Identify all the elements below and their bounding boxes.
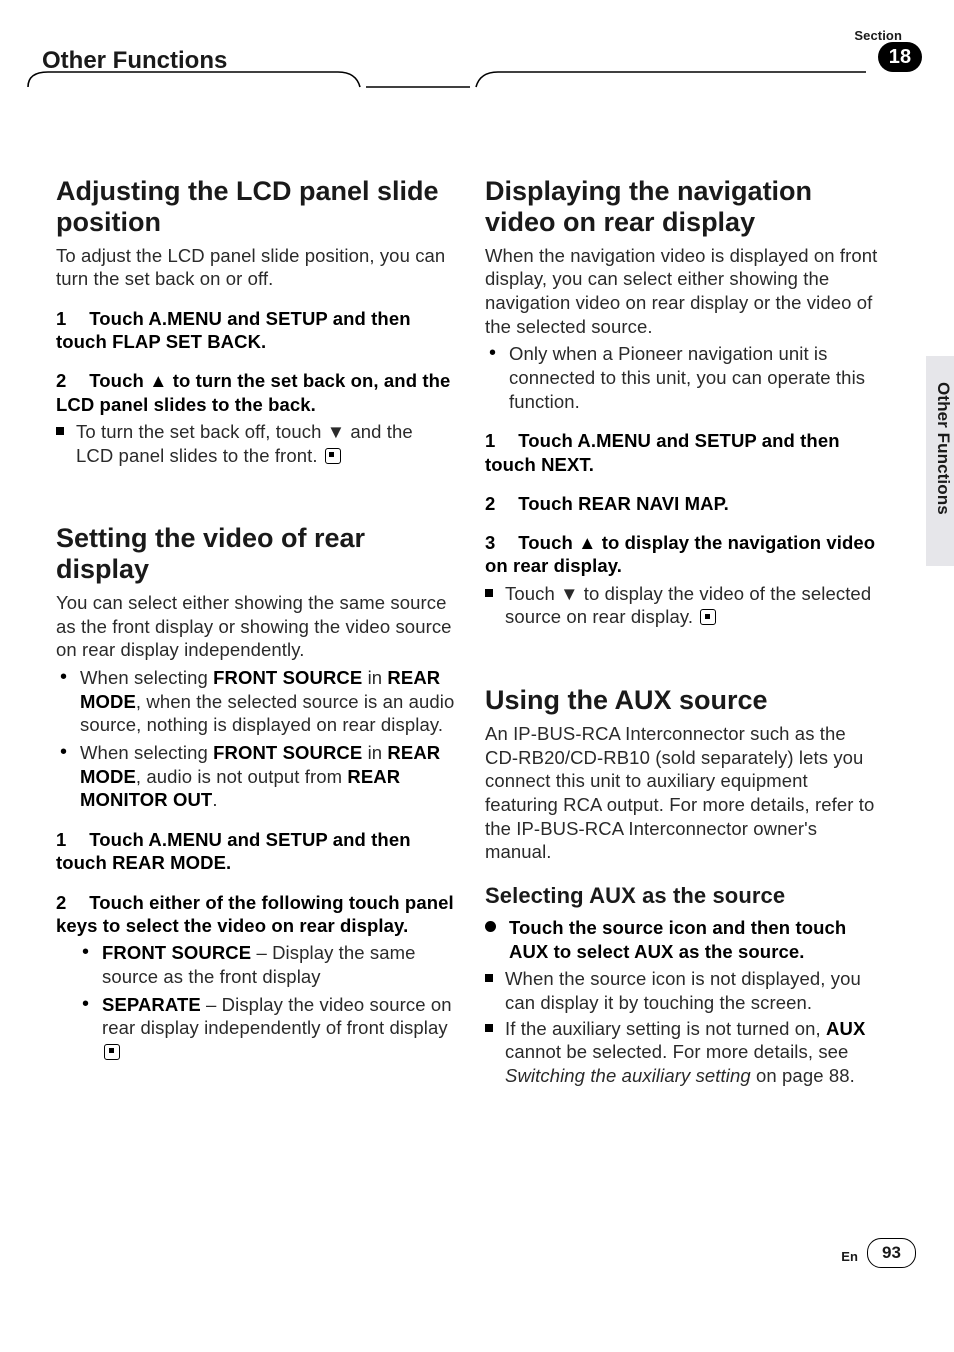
left-column: Adjusting the LCD panel slide position T… <box>56 176 455 1088</box>
list-item: FRONT SOURCE – Display the same source a… <box>80 941 455 988</box>
step-text: Touch REAR NAVI MAP. <box>518 493 729 514</box>
t: When selecting <box>80 667 213 688</box>
side-tab-label: Other Functions <box>926 380 954 515</box>
kw: FRONT SOURCE <box>213 742 362 763</box>
list-item: Only when a Pioneer navigation unit is c… <box>485 342 884 413</box>
step: 2 Touch either of the following touch pa… <box>56 891 455 938</box>
step: 1 Touch A.MENU and SETUP and then touch … <box>56 307 455 354</box>
step-text: Touch A.MENU and SETUP and then touch NE… <box>485 430 840 474</box>
t: in <box>362 742 387 763</box>
step-text: Touch either of the following touch pane… <box>56 892 454 936</box>
page-header: Other Functions Section 18 <box>18 32 936 88</box>
note-item: To turn the set back off, touch ▼ and th… <box>56 420 455 467</box>
t: Only when a Pioneer navigation unit is c… <box>509 343 865 411</box>
t: . <box>212 789 217 810</box>
option-list: FRONT SOURCE – Display the same source a… <box>80 941 455 1063</box>
language-label: En <box>841 1249 858 1266</box>
content-columns: Adjusting the LCD panel slide position T… <box>56 176 884 1088</box>
bullet-list: When selecting FRONT SOURCE in REAR MODE… <box>56 666 455 812</box>
note-text: To turn the set back off, touch ▼ and th… <box>76 421 413 466</box>
topic-intro: To adjust the LCD panel slide position, … <box>56 244 455 291</box>
list-item: When selecting FRONT SOURCE in REAR MODE… <box>56 666 455 737</box>
t: , audio is not output from <box>136 766 347 787</box>
topic-heading: Using the AUX source <box>485 685 884 716</box>
topic-intro: An IP-BUS-RCA Interconnector such as the… <box>485 722 884 864</box>
t: If the auxiliary setting is not turned o… <box>505 1018 826 1039</box>
bullet-list: Only when a Pioneer navigation unit is c… <box>485 342 884 413</box>
page-number-badge: 93 <box>867 1238 916 1268</box>
topic-heading: Displaying the navigation video on rear … <box>485 176 884 238</box>
t: Touch the source icon and then touch AUX… <box>509 917 846 962</box>
t: cannot be selected. For more details, se… <box>505 1041 848 1062</box>
action-item: Touch the source icon and then touch AUX… <box>485 916 884 963</box>
t: on page 88. <box>751 1065 855 1086</box>
topic-intro: You can select either showing the same s… <box>56 591 455 662</box>
list-item: When selecting FRONT SOURCE in REAR MODE… <box>56 741 455 812</box>
note-item: Touch ▼ to display the video of the sele… <box>485 582 884 629</box>
end-section-icon <box>104 1044 120 1060</box>
subheading: Selecting AUX as the source <box>485 882 884 910</box>
step: 2 Touch ▲ to turn the set back on, and t… <box>56 369 455 416</box>
t: in <box>362 667 387 688</box>
step-text: Touch ▲ to display the navigation video … <box>485 532 875 576</box>
end-section-icon <box>325 448 341 464</box>
step-text: Touch A.MENU and SETUP and then touch RE… <box>56 829 411 873</box>
step-text: Touch A.MENU and SETUP and then touch FL… <box>56 308 411 352</box>
t: When the source icon is not displayed, y… <box>505 968 861 1013</box>
step: 3 Touch ▲ to display the navigation vide… <box>485 531 884 578</box>
topic-heading: Setting the video of rear display <box>56 523 455 585</box>
t: , when the selected source is an audio s… <box>80 691 454 736</box>
kw: FRONT SOURCE <box>213 667 362 688</box>
step-text: Touch ▲ to turn the set back on, and the… <box>56 370 450 414</box>
step: 1 Touch A.MENU and SETUP and then touch … <box>56 828 455 875</box>
header-rule <box>18 62 936 92</box>
page-footer: En 93 <box>0 1238 954 1268</box>
step: 2 Touch REAR NAVI MAP. <box>485 492 884 515</box>
note-item: If the auxiliary setting is not turned o… <box>485 1017 884 1088</box>
topic-heading: Adjusting the LCD panel slide position <box>56 176 455 238</box>
ref-title: Switching the auxiliary setting <box>505 1065 751 1086</box>
t: When selecting <box>80 742 213 763</box>
end-section-icon <box>700 609 716 625</box>
topic-intro: When the navigation video is displayed o… <box>485 244 884 339</box>
note-text: Touch ▼ to display the video of the sele… <box>505 583 871 628</box>
list-item: SEPARATE – Display the video source on r… <box>80 993 455 1064</box>
kw: AUX <box>826 1018 865 1039</box>
kw: SEPARATE <box>102 994 201 1015</box>
note-item: When the source icon is not displayed, y… <box>485 967 884 1014</box>
step: 1 Touch A.MENU and SETUP and then touch … <box>485 429 884 476</box>
right-column: Displaying the navigation video on rear … <box>485 176 884 1088</box>
kw: FRONT SOURCE <box>102 942 251 963</box>
